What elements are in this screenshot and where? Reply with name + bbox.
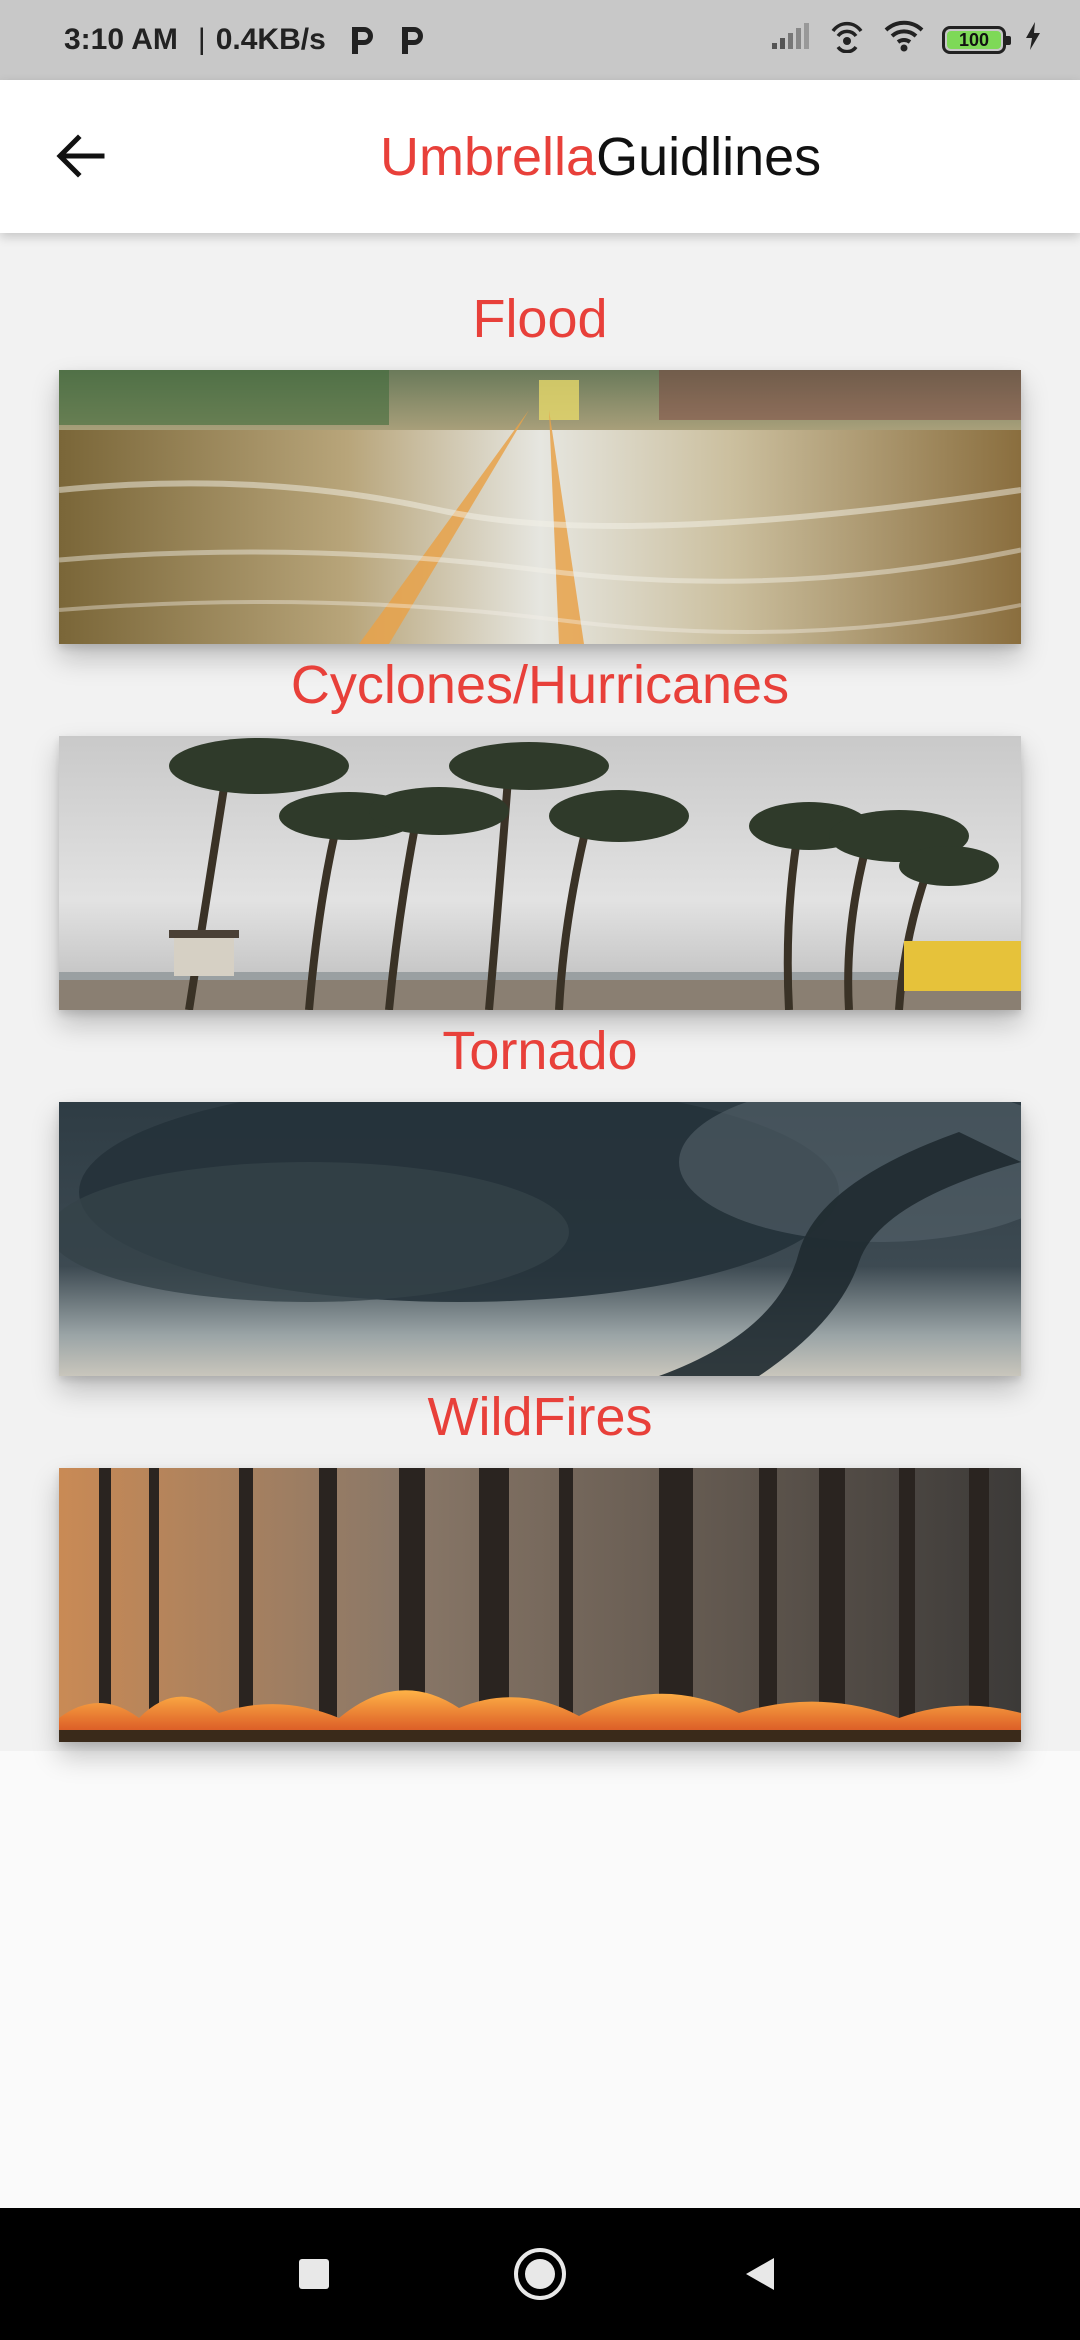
status-separator: | <box>197 23 206 56</box>
battery-icon: 100 <box>942 26 1011 54</box>
flooded-road-photo <box>59 370 1021 644</box>
screen: 3:10 AM | 0.4KB/s 100 Umbrella Guidlines… <box>0 0 1080 2340</box>
disaster-label: Flood <box>472 289 608 349</box>
status-left: 3:10 AM | 0.4KB/s <box>64 0 426 80</box>
status-time: 3:10 AM <box>64 23 178 56</box>
palm-trees-storm-photo <box>59 736 1021 1010</box>
wifi-icon <box>884 20 924 60</box>
disaster-list: Flood Cyclones/Hurricanes Tornado WildFi… <box>0 233 1080 1751</box>
disaster-label: WildFires <box>427 1387 653 1447</box>
square-icon <box>299 2259 329 2289</box>
circle-icon <box>514 2248 566 2300</box>
forest-fire-photo <box>59 1468 1021 1742</box>
title-part-umbrella: Umbrella <box>380 126 597 187</box>
battery-cap <box>1006 36 1011 45</box>
triangle-back-icon <box>746 2258 774 2290</box>
back-nav-button[interactable] <box>724 2238 796 2310</box>
arrow-left-icon <box>56 134 105 178</box>
disaster-label: Tornado <box>442 1021 638 1081</box>
back-button[interactable] <box>40 116 120 196</box>
p-app-icon <box>346 23 376 57</box>
tornado-clouds-photo <box>59 1102 1021 1376</box>
page-title: Umbrella Guidlines <box>380 80 821 233</box>
home-button[interactable] <box>504 2238 576 2310</box>
hotspot-icon <box>828 19 866 61</box>
status-right: 100 <box>770 0 1042 80</box>
recents-button[interactable] <box>278 2238 350 2310</box>
status-bar: 3:10 AM | 0.4KB/s 100 <box>0 0 1080 80</box>
disaster-label: Cyclones/Hurricanes <box>290 655 790 715</box>
signal-icon <box>770 21 810 59</box>
title-part-guidlines: Guidlines <box>596 126 822 187</box>
system-nav-bar <box>0 2208 1080 2340</box>
network-speed: 0.4KB/s <box>215 23 326 56</box>
charging-icon <box>1024 21 1042 59</box>
battery-level: 100 <box>958 29 990 50</box>
app-bar: Umbrella Guidlines <box>0 80 1080 233</box>
p-app-icon-2 <box>396 23 426 57</box>
